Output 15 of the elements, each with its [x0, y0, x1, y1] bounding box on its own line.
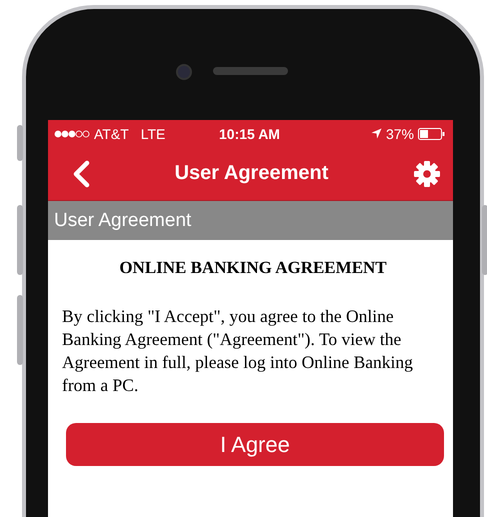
settings-button[interactable] [412, 160, 441, 188]
signal-strength-icon [54, 130, 90, 138]
section-header: User Agreement [48, 201, 453, 240]
network-type: LTE [140, 126, 166, 142]
camera-icon [176, 64, 192, 80]
battery-icon [418, 128, 445, 140]
nav-title: User Agreement [174, 162, 328, 185]
battery-percent: 37% [386, 126, 414, 142]
carrier-name: AT&T [94, 126, 129, 142]
location-arrow-icon [370, 128, 382, 139]
back-button[interactable] [72, 160, 90, 188]
agreement-heading: ONLINE BANKING AGREEMENT [118, 258, 388, 278]
status-time: 10:15 AM [219, 126, 280, 142]
agree-button[interactable]: I Agree [66, 423, 444, 466]
agreement-text: By clicking "I Accept", you agree to the Online Banking Agreement ("Agreement"). To view the Agreement in full, please log into Online Banking from a PC. [62, 305, 414, 397]
